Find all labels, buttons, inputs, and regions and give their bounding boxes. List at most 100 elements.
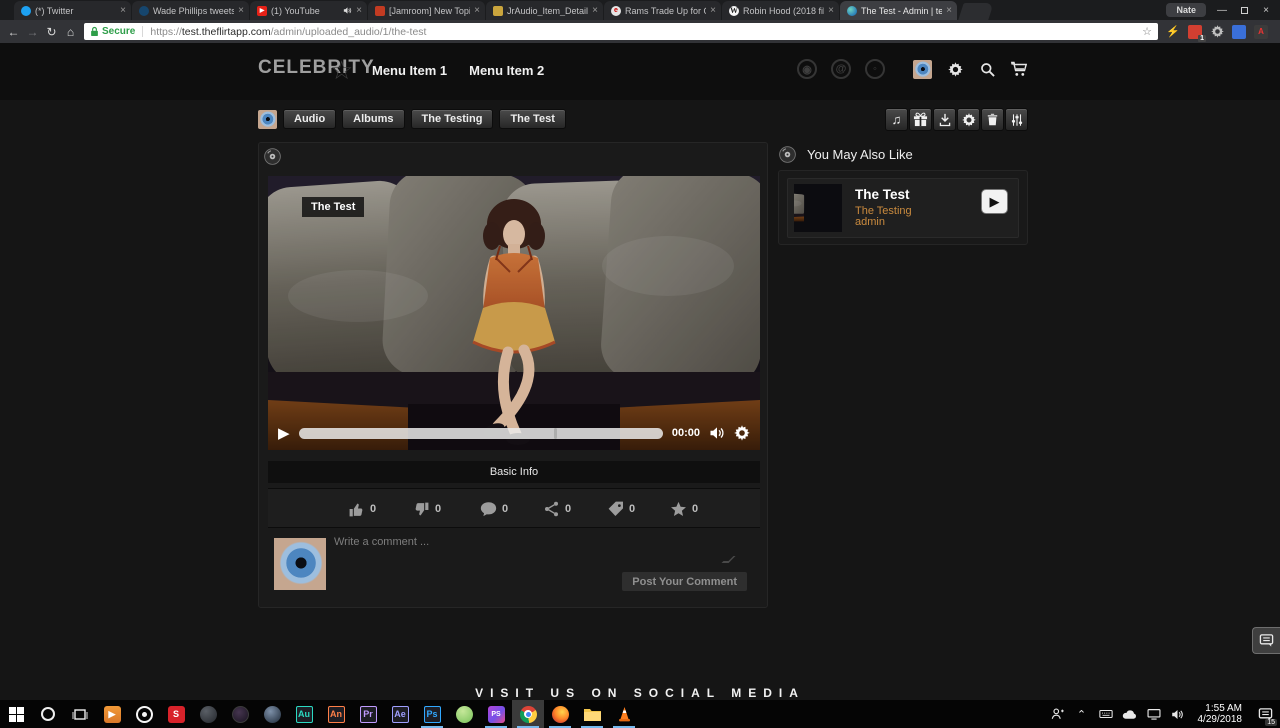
menu-item-1[interactable]: Menu Item 1 xyxy=(372,63,447,78)
file-explorer-app[interactable] xyxy=(576,700,608,728)
mentions-icon[interactable]: @ xyxy=(831,59,851,79)
like-stat[interactable]: 0 xyxy=(348,489,376,529)
start-button[interactable] xyxy=(0,700,32,728)
adobe-photoshop-app[interactable]: Ps xyxy=(416,700,448,728)
extension-pdf-icon[interactable]: A xyxy=(1254,25,1268,39)
comments-stat[interactable]: 0 xyxy=(480,489,508,529)
tab-close-icon[interactable]: × xyxy=(356,6,362,16)
cart-icon[interactable] xyxy=(1010,60,1028,78)
tab-rams-trade[interactable]: e Rams Trade Up for Ogbo × xyxy=(604,1,721,20)
site-logo[interactable]: CELEBRITY xyxy=(258,57,375,79)
media-drop-icon[interactable]: ◦ xyxy=(865,59,885,79)
volume-tray-icon[interactable] xyxy=(1168,700,1188,728)
reload-button[interactable]: ↻ xyxy=(42,25,61,39)
extension-bolt-icon[interactable]: ⚡ xyxy=(1166,25,1180,39)
tab-close-icon[interactable]: × xyxy=(946,6,952,16)
tag-stat[interactable]: 0 xyxy=(608,489,635,529)
adobe-animate-app[interactable]: An xyxy=(320,700,352,728)
cortana-button[interactable] xyxy=(32,700,64,728)
tab-close-icon[interactable]: × xyxy=(592,6,598,16)
search-icon[interactable] xyxy=(978,60,996,78)
settings-button[interactable] xyxy=(957,108,980,131)
avid-app[interactable] xyxy=(224,700,256,728)
item-play-button[interactable]: ▶ xyxy=(981,189,1008,214)
close-button[interactable]: × xyxy=(1258,3,1274,17)
chrome-app[interactable] xyxy=(512,700,544,728)
extension-gear-icon[interactable] xyxy=(1210,25,1224,39)
back-button[interactable]: ← xyxy=(4,25,23,39)
show-hidden-icons-chevron[interactable]: ⌃ xyxy=(1072,700,1092,728)
tab-close-icon[interactable]: × xyxy=(828,6,834,16)
settings-gear-icon[interactable] xyxy=(946,60,964,78)
media-sphere-app[interactable] xyxy=(256,700,288,728)
dislike-stat[interactable]: 0 xyxy=(413,489,441,529)
video-player[interactable]: The Test ▶ 00:00 xyxy=(268,176,760,450)
tab-audio-icon[interactable] xyxy=(343,6,352,15)
seek-handle[interactable] xyxy=(554,428,557,439)
steam-app[interactable] xyxy=(192,700,224,728)
tab-the-test-admin[interactable]: The Test - Admin | test.th × xyxy=(840,1,957,20)
screen-recorder-app[interactable] xyxy=(128,700,160,728)
task-view-button[interactable] xyxy=(64,700,96,728)
secure-indicator[interactable]: Secure xyxy=(90,26,143,37)
download-button[interactable] xyxy=(933,108,956,131)
player-settings-button[interactable] xyxy=(734,425,750,441)
tab-close-icon[interactable]: × xyxy=(474,6,480,16)
android-studio-app[interactable] xyxy=(448,700,480,728)
tab-close-icon[interactable]: × xyxy=(120,6,126,16)
chrome-profile-button[interactable]: Nate xyxy=(1166,3,1206,17)
delete-button[interactable] xyxy=(981,108,1004,131)
address-bar[interactable]: Secure https://test.theflirtapp.com/admi… xyxy=(84,23,1158,40)
tab-jraudio-tpl[interactable]: JrAudio_Item_Detail.Tpl l × xyxy=(486,1,603,20)
seek-bar[interactable] xyxy=(299,428,663,439)
url-text[interactable]: https://test.theflirtapp.com/admin/uploa… xyxy=(143,26,1142,38)
menu-item-2[interactable]: Menu Item 2 xyxy=(469,63,544,78)
share-stat[interactable]: 0 xyxy=(544,489,571,529)
red-s-app[interactable]: S xyxy=(160,700,192,728)
sliders-button[interactable] xyxy=(1005,108,1028,131)
tab-wade-phillips[interactable]: Wade Phillips tweets one × xyxy=(132,1,249,20)
tab-close-icon[interactable]: × xyxy=(238,6,244,16)
tab-youtube[interactable]: ▶ (1) YouTube × xyxy=(250,1,367,20)
item-thumbnail[interactable] xyxy=(794,184,842,232)
breadcrumb-audio-button[interactable]: Audio xyxy=(283,109,336,129)
network-icon[interactable] xyxy=(1144,700,1164,728)
breadcrumb-the-testing-button[interactable]: The Testing xyxy=(411,109,494,129)
user-avatar[interactable] xyxy=(913,60,932,79)
new-tab-button[interactable] xyxy=(958,3,994,20)
tab-close-icon[interactable]: × xyxy=(710,6,716,16)
breadcrumb-albums-button[interactable]: Albums xyxy=(342,109,404,129)
music-note-button[interactable]: ♫ xyxy=(885,108,908,131)
tab-basic-info[interactable]: Basic Info xyxy=(268,461,760,483)
rating-stat[interactable]: 0 xyxy=(670,489,698,529)
item-author[interactable]: admin xyxy=(855,216,885,228)
home-button[interactable]: ⌂ xyxy=(61,25,80,39)
community-icon[interactable]: ◉ xyxy=(797,59,817,79)
minimize-button[interactable]: — xyxy=(1214,3,1230,17)
vlc-app[interactable] xyxy=(608,700,640,728)
forward-button[interactable]: → xyxy=(23,25,42,39)
adobe-aftereffects-app[interactable]: Ae xyxy=(384,700,416,728)
people-icon[interactable] xyxy=(1048,700,1068,728)
action-center-button[interactable]: 15 xyxy=(1252,700,1278,728)
adobe-premiere-app[interactable]: Pr xyxy=(352,700,384,728)
breadcrumb-avatar[interactable] xyxy=(258,110,277,129)
touch-keyboard-icon[interactable] xyxy=(1096,700,1116,728)
post-comment-button[interactable]: Post Your Comment xyxy=(621,571,748,592)
taskbar-clock[interactable]: 1:55 AM 4/29/2018 xyxy=(1192,703,1249,725)
bookmark-star-icon[interactable]: ☆ xyxy=(1142,25,1152,38)
volume-button[interactable] xyxy=(709,425,725,441)
onedrive-cloud-icon[interactable] xyxy=(1120,700,1140,728)
breadcrumb-the-test-button[interactable]: The Test xyxy=(499,109,565,129)
extension-adblock-icon[interactable]: 1 xyxy=(1188,25,1202,39)
firefox-app[interactable] xyxy=(544,700,576,728)
play-button[interactable]: ▶ xyxy=(278,424,290,442)
gift-button[interactable] xyxy=(909,108,932,131)
restore-button[interactable] xyxy=(1236,3,1252,17)
adobe-audition-app[interactable]: Au xyxy=(288,700,320,728)
also-like-item[interactable]: The Test The Testing admin ▶ xyxy=(787,178,1019,238)
item-title[interactable]: The Test xyxy=(855,187,910,202)
tab-robin-hood[interactable]: W Robin Hood (2018 film) × xyxy=(722,1,839,20)
phpstorm-app[interactable]: PS xyxy=(480,700,512,728)
tab-twitter[interactable]: (*) Twitter × xyxy=(14,1,131,20)
